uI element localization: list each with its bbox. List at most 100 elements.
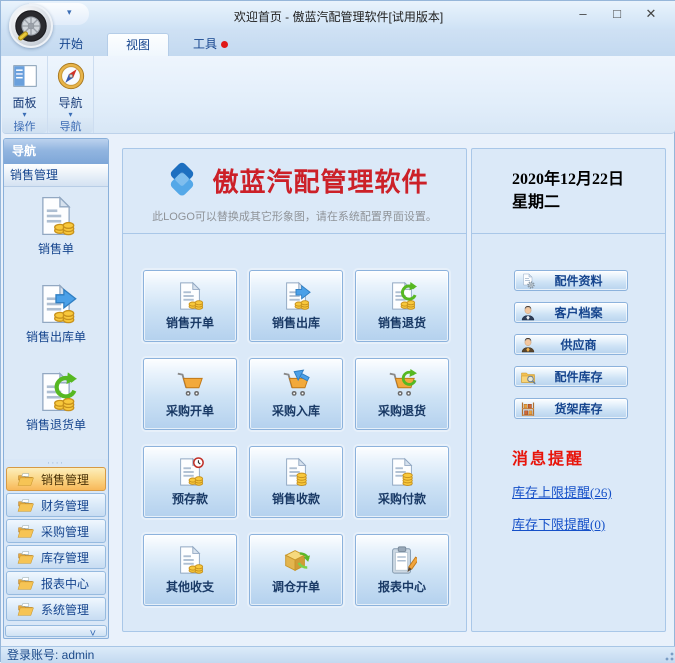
- clipboard-report-icon: [387, 545, 417, 575]
- current-date: 2020年12月22日: [512, 168, 665, 191]
- purchase-return-button[interactable]: 采购退货: [355, 358, 449, 430]
- sidebar-item-list: 销售单 销售出库单 销售退货单: [4, 187, 108, 459]
- purchase-inbound-button[interactable]: 采购入库: [249, 358, 343, 430]
- supplier-button[interactable]: 供应商: [514, 334, 628, 355]
- sidebar-splitter-handle[interactable]: ∙∙∙∙: [4, 459, 108, 466]
- sidebar-item-purchase-management[interactable]: 采购管理: [6, 519, 106, 543]
- message-reminder-section: 消息提醒 库存上限提醒(26) 库存下限提醒(0): [512, 445, 612, 533]
- ribbon-group-navigation: 导航 ▾ 导航: [48, 56, 94, 133]
- maximize-button[interactable]: □: [600, 3, 634, 25]
- report-center-button[interactable]: 报表中心: [355, 534, 449, 606]
- parts-stock-button[interactable]: 配件库存: [514, 366, 628, 387]
- quick-links: 配件资料 客户档案 供应商 配件库存 货架库存: [514, 270, 628, 419]
- sidebar-item-inventory-management[interactable]: 库存管理: [6, 545, 106, 569]
- parts-info-button[interactable]: 配件资料: [514, 270, 628, 291]
- shelf-stock-button[interactable]: 货架库存: [514, 398, 628, 419]
- sidebar-item-sales-order[interactable]: 销售单: [4, 195, 108, 283]
- customer-person-icon: [520, 305, 536, 321]
- panel-button[interactable]: 面板 ▾: [2, 56, 47, 118]
- app-window: ▾ 欢迎首页 - 傲蓝汽配管理软件[试用版本] – □ ✕ 开始 视图 工具 面…: [0, 0, 675, 662]
- shortcut-grid: 销售开单 销售出库 销售退货 采购开单 采购入库 采购退货: [143, 270, 449, 606]
- sales-outbound-icon: [35, 283, 77, 325]
- resize-grip[interactable]: [662, 649, 674, 661]
- sidebar-header: 导航: [4, 139, 108, 164]
- navigation-sidebar: 导航 销售管理 销售单 销售出库单 销售退货单 ∙∙∙∙ 销售管理: [3, 138, 109, 639]
- sales-outbound-icon: [281, 281, 311, 311]
- sales-receipt-button[interactable]: 销售收款: [249, 446, 343, 518]
- folder-icon: [17, 497, 34, 514]
- sidebar-item-report-center[interactable]: 报表中心: [6, 571, 106, 595]
- receive-money-icon: [281, 457, 311, 487]
- ribbon-group-label-actions: 操作: [2, 118, 47, 133]
- deposit-clock-money-icon: [175, 457, 205, 487]
- shopping-cart-icon: [174, 369, 206, 399]
- app-menu-orb[interactable]: [9, 4, 53, 48]
- sales-create-button[interactable]: 销售开单: [143, 270, 237, 342]
- parts-doc-icon: [520, 273, 536, 289]
- ribbon-tab-bar: 开始 视图 工具: [1, 29, 675, 56]
- shelf-rack-icon: [520, 401, 536, 417]
- welcome-panel: 傲蓝汽配管理软件 此LOGO可以替换成其它形象图，请在系统配置界面设置。 销售开…: [122, 148, 467, 632]
- title-bar: ▾ 欢迎首页 - 傲蓝汽配管理软件[试用版本] – □ ✕: [1, 1, 675, 29]
- sidebar-module-list: 销售管理 财务管理 采购管理 库存管理 报表中心 系统管理: [4, 466, 108, 623]
- minimize-button[interactable]: –: [566, 3, 600, 25]
- sales-outbound-button[interactable]: 销售出库: [249, 270, 343, 342]
- deposit-button[interactable]: 预存款: [143, 446, 237, 518]
- tab-tools[interactable]: 工具: [175, 33, 246, 56]
- close-button[interactable]: ✕: [634, 3, 668, 25]
- dropdown-arrow-icon: ▾: [68, 111, 72, 118]
- cart-return-icon: [386, 369, 418, 399]
- brand-title: 傲蓝汽配管理软件: [212, 162, 428, 199]
- stock-lower-limit-link[interactable]: 库存下限提醒(0): [512, 514, 612, 533]
- sidebar-item-sales-return-order[interactable]: 销售退货单: [4, 371, 108, 459]
- navigation-button[interactable]: 导航 ▾: [48, 56, 93, 118]
- folder-icon: [17, 601, 34, 618]
- message-reminder-title: 消息提醒: [512, 445, 612, 469]
- stock-upper-limit-link[interactable]: 库存上限提醒(26): [512, 482, 612, 501]
- sales-return-icon: [35, 371, 77, 413]
- warehouse-transfer-button[interactable]: 调仓开单: [249, 534, 343, 606]
- ribbon-group-actions: 面板 ▾ 操作: [2, 56, 48, 133]
- panel-layout-icon: [10, 61, 40, 91]
- notification-dot-icon: [221, 41, 228, 48]
- ribbon-group-label-navigation: 导航: [48, 118, 93, 133]
- compass-icon: [56, 61, 86, 91]
- customer-files-button[interactable]: 客户档案: [514, 302, 628, 323]
- sales-order-icon: [35, 195, 77, 237]
- ribbon: 面板 ▾ 操作 导航 ▾ 导航: [2, 56, 675, 134]
- status-bar: 登录账号: admin: [1, 646, 675, 663]
- supplier-person-icon: [520, 337, 536, 353]
- logo-hint-text: 此LOGO可以替换成其它形象图，请在系统配置界面设置。: [152, 208, 437, 224]
- folder-icon: [17, 523, 34, 540]
- folder-search-icon: [520, 369, 536, 385]
- dropdown-arrow-icon: ▾: [22, 111, 26, 118]
- chevron-down-icon: ˅: [90, 628, 96, 640]
- tire-wheel-icon: [13, 8, 49, 44]
- other-income-icon: [175, 545, 205, 575]
- other-income-expense-button[interactable]: 其他收支: [143, 534, 237, 606]
- logo-block: 傲蓝汽配管理软件 此LOGO可以替换成其它形象图，请在系统配置界面设置。: [123, 149, 466, 234]
- sales-order-icon: [175, 281, 205, 311]
- sales-return-button[interactable]: 销售退货: [355, 270, 449, 342]
- folder-icon: [17, 471, 34, 488]
- folder-icon: [17, 549, 34, 566]
- sidebar-item-finance-management[interactable]: 财务管理: [6, 493, 106, 517]
- brand-diamond-logo-icon: [160, 158, 204, 202]
- pay-money-icon: [387, 457, 417, 487]
- sidebar-section-sales[interactable]: 销售管理: [4, 164, 108, 187]
- info-panel: 2020年12月22日 星期二 配件资料 客户档案 供应商 配件库存 货: [471, 148, 666, 632]
- sidebar-item-sales-outbound-order[interactable]: 销售出库单: [4, 283, 108, 371]
- sidebar-collapse-button[interactable]: ˅: [5, 625, 107, 637]
- current-weekday: 星期二: [512, 191, 665, 214]
- purchase-create-button[interactable]: 采购开单: [143, 358, 237, 430]
- sidebar-item-sales-management[interactable]: 销售管理: [6, 467, 106, 491]
- cart-inbound-icon: [280, 369, 312, 399]
- purchase-payment-button[interactable]: 采购付款: [355, 446, 449, 518]
- date-block: 2020年12月22日 星期二: [472, 149, 665, 234]
- sidebar-item-system-management[interactable]: 系统管理: [6, 597, 106, 621]
- folder-icon: [17, 575, 34, 592]
- sales-return-icon: [387, 281, 417, 311]
- box-transfer-icon: [281, 545, 311, 575]
- tab-view[interactable]: 视图: [107, 33, 169, 56]
- login-account-label: 登录账号: admin: [7, 648, 94, 662]
